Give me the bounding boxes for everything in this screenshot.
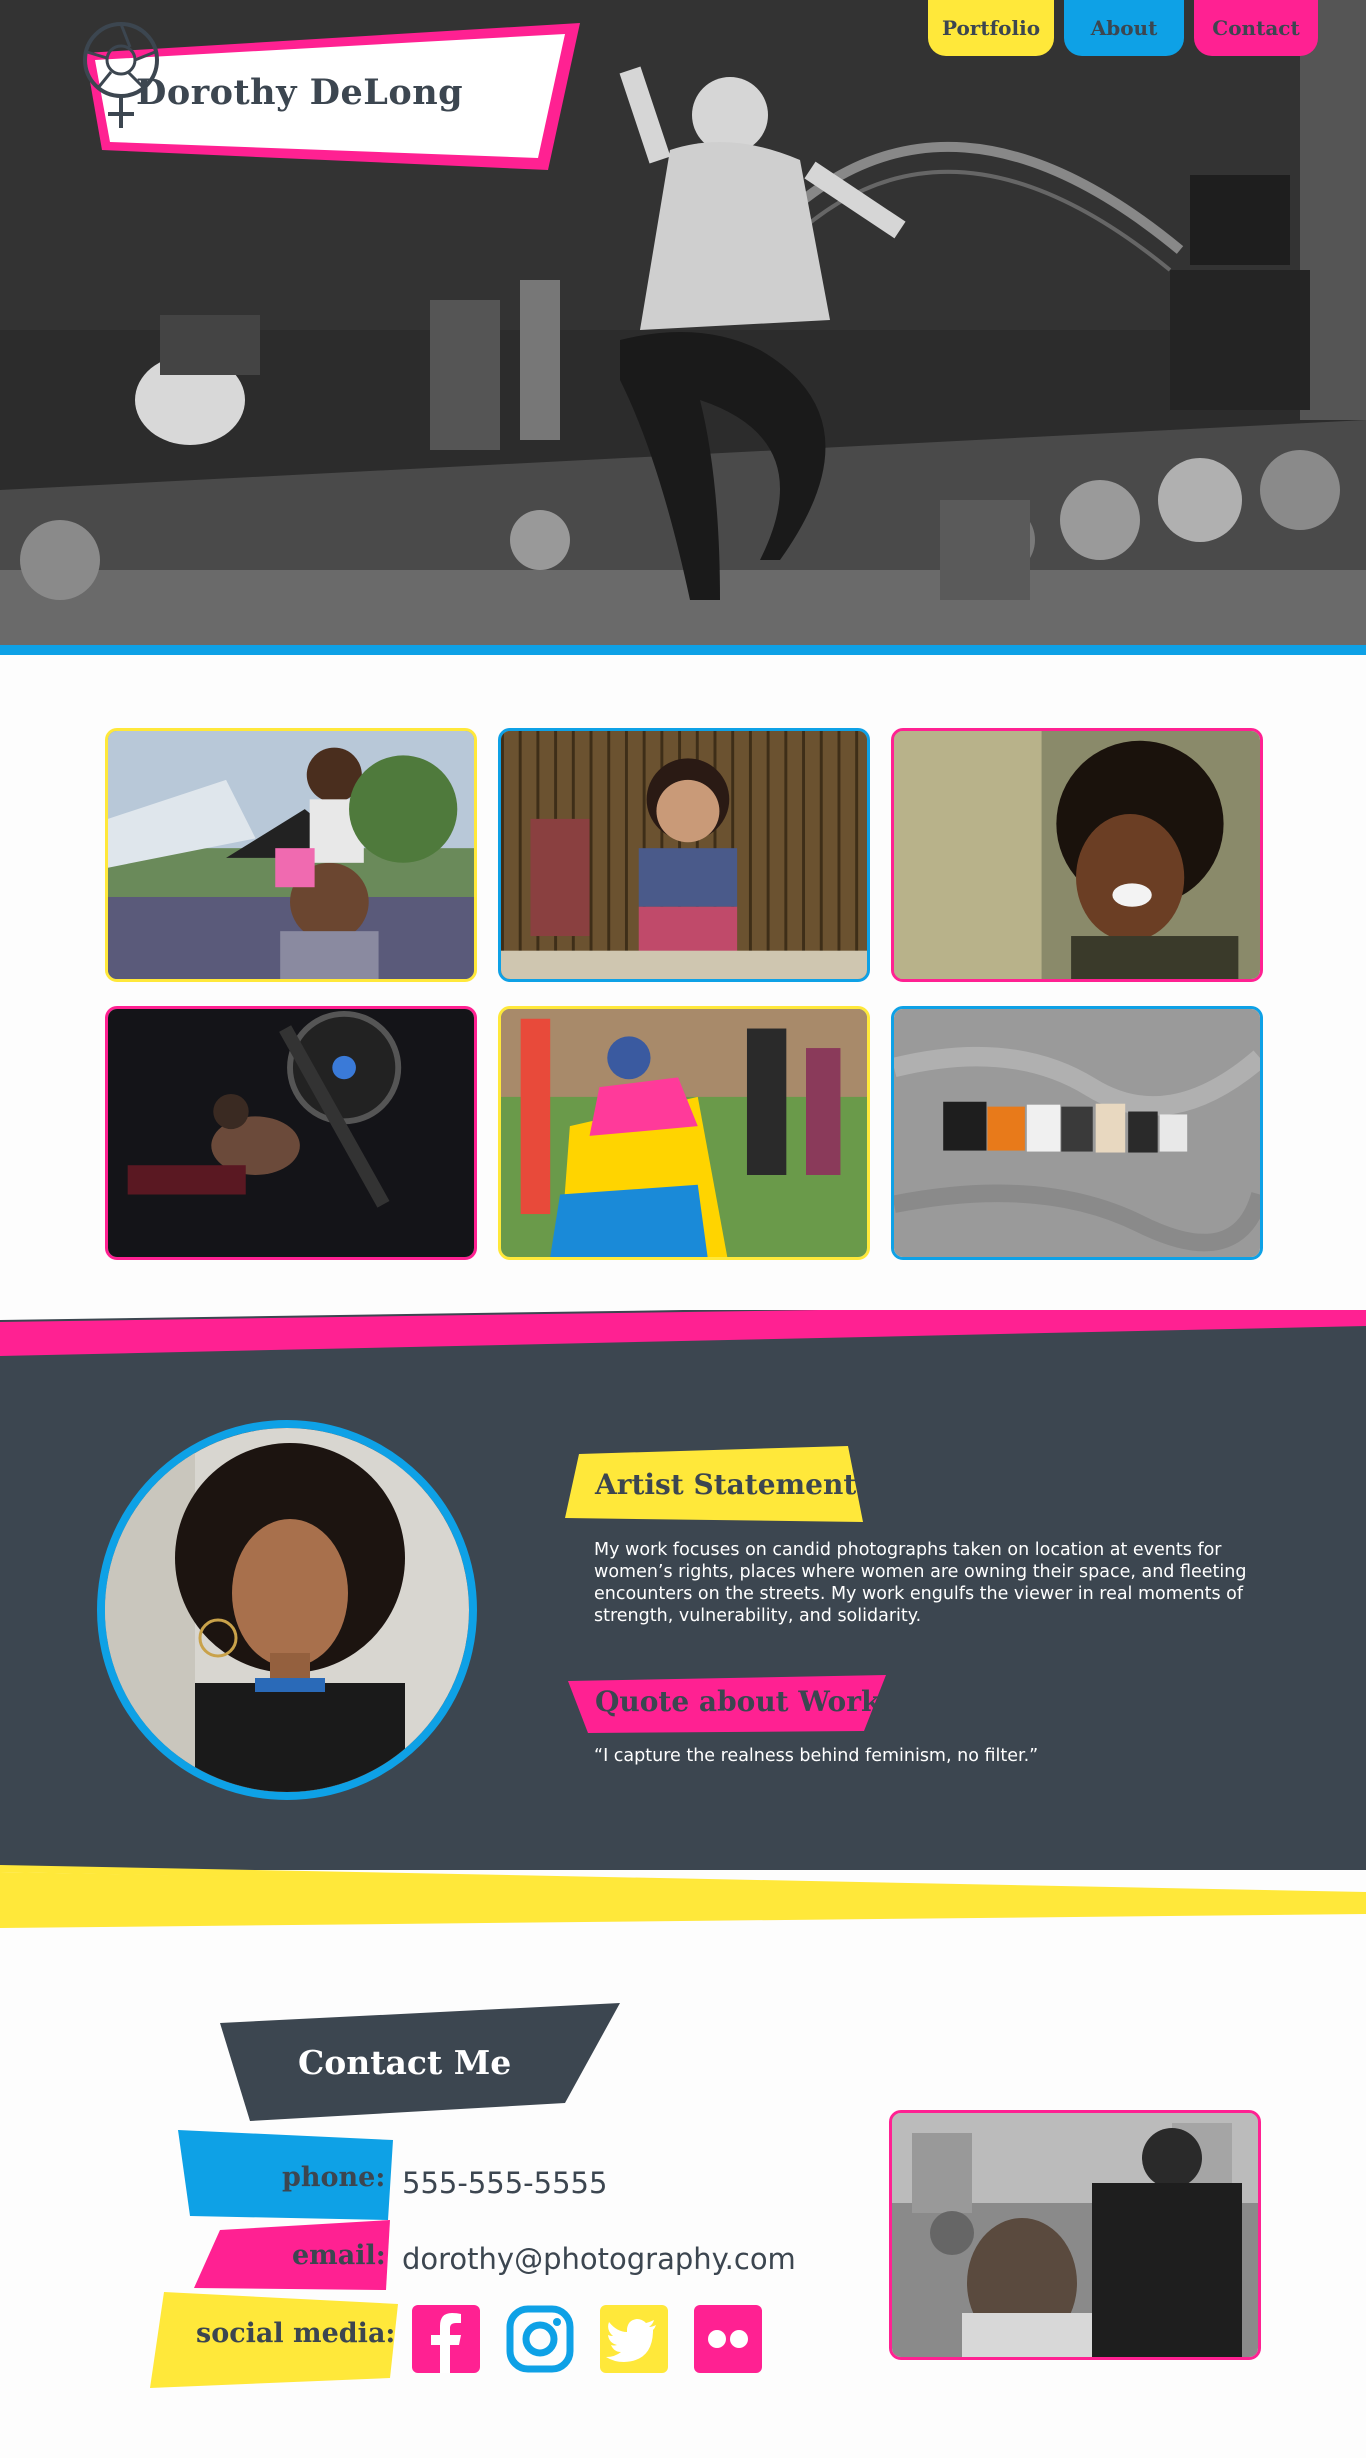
gallery-tile-gym-woman[interactable] [105,1006,477,1260]
email-value[interactable]: dorothy@photography.com [402,2242,796,2276]
site-name: Dorothy DeLong [136,72,464,113]
contact-heading: Contact Me [298,2043,512,2082]
nav-contact[interactable]: Contact [1194,0,1318,56]
phone-label: phone: [282,2162,386,2193]
quote-heading: Quote about Work [595,1685,881,1718]
gallery-tile-father-daughter[interactable] [105,728,477,982]
artist-statement-text: My work focuses on candid photographs ta… [594,1540,1247,1626]
gallery-tile-pride-parade[interactable] [498,1006,870,1260]
phone-value[interactable]: 555-555-5555 [402,2166,607,2200]
photo-laughing-woman [894,731,1260,979]
artist-portrait [97,1420,477,1800]
photo-smiling-child [501,731,867,979]
nav-about[interactable]: About [1064,0,1184,56]
photo-pride-parade [501,1009,867,1257]
contact-photo-haircut [889,2110,1261,2360]
photo-gym-woman [108,1009,474,1257]
hero-section: Dorothy DeLong Portfolio About Contact [0,0,1366,655]
gallery-tile-metoo[interactable] [891,1006,1263,1260]
hero-accent-bar [0,645,1366,655]
artist-statement-heading: Artist Statement [595,1468,857,1501]
nav-portfolio[interactable]: Portfolio [928,0,1054,56]
photo-father-daughter [108,731,474,979]
portfolio-gallery [105,728,1263,1260]
twitter-icon[interactable] [600,2305,668,2373]
quote-text: “I capture the realness behind feminism,… [594,1746,1039,1766]
email-label: email: [292,2240,386,2271]
photo-street-haircut [892,2113,1258,2357]
flickr-icon[interactable] [694,2305,762,2373]
photo-metoo-letters [894,1009,1260,1257]
gallery-tile-laughing-woman[interactable] [891,728,1263,982]
social-label: social media: [196,2318,396,2349]
main-nav: Portfolio About Contact [928,0,1318,56]
facebook-icon[interactable] [412,2305,480,2373]
camera-aperture-venus-icon [83,22,159,128]
social-links [412,2305,762,2373]
site-logo[interactable]: Dorothy DeLong [80,20,585,175]
gallery-tile-smiling-child[interactable] [498,728,870,982]
instagram-icon[interactable] [506,2305,574,2373]
portrait-curly-hair-woman [105,1428,469,1792]
